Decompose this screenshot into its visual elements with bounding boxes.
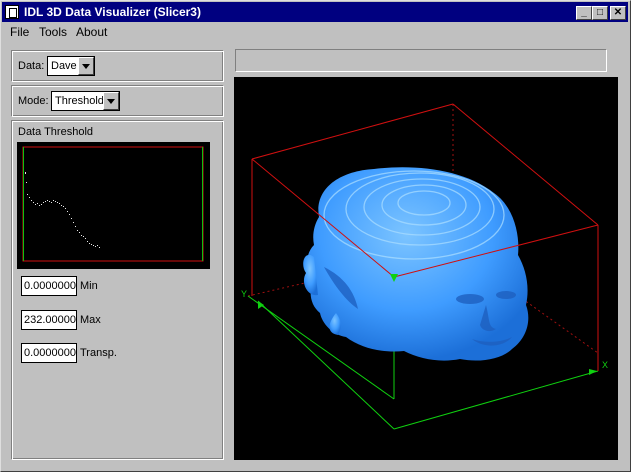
threshold-title: Data Threshold	[18, 126, 94, 138]
min-label: Min	[80, 280, 98, 292]
window-title: IDL 3D Data Visualizer (Slicer3)	[24, 5, 201, 19]
volume-render-head	[303, 167, 529, 361]
data-select[interactable]: Dave	[47, 56, 95, 76]
menu-tools[interactable]: Tools	[39, 25, 67, 39]
histogram-points	[25, 172, 100, 248]
x-axis-label: X	[602, 360, 608, 370]
mode-select[interactable]: Threshold	[51, 91, 120, 111]
mode-select-value: Threshold	[55, 95, 104, 107]
mode-label: Mode:	[18, 95, 49, 107]
transp-input[interactable]: 0.0000000	[21, 343, 77, 363]
3d-viewport[interactable]: Y X	[234, 77, 618, 460]
title-bar[interactable]: IDL 3D Data Visualizer (Slicer3) _ □ ✕	[2, 2, 628, 22]
max-value: 232.00000	[24, 314, 76, 326]
min-value: 0.0000000	[24, 280, 76, 292]
data-select-value: Dave	[51, 60, 77, 72]
max-input[interactable]: 232.00000	[21, 310, 77, 330]
max-label: Max	[80, 314, 101, 326]
status-field	[235, 49, 607, 72]
axis-arrow-marker	[258, 301, 264, 309]
menu-file[interactable]: File	[10, 25, 29, 39]
close-button[interactable]: ✕	[610, 6, 626, 20]
transp-value: 0.0000000	[24, 347, 76, 359]
menu-about[interactable]: About	[76, 25, 107, 39]
transp-label: Transp.	[80, 347, 117, 359]
chevron-down-icon[interactable]	[103, 92, 119, 110]
mode-panel: Mode: Threshold	[11, 85, 224, 117]
menu-bar: File Tools About	[2, 22, 628, 41]
min-input[interactable]: 0.0000000	[21, 276, 77, 296]
data-label: Data:	[18, 60, 45, 72]
app-icon[interactable]	[5, 5, 19, 19]
threshold-histogram[interactable]	[17, 142, 210, 269]
minimize-button[interactable]: _	[576, 6, 592, 20]
data-panel: Data: Dave	[11, 50, 224, 82]
threshold-plot-frame	[22, 146, 204, 262]
y-axis-label: Y	[241, 289, 247, 299]
maximize-button[interactable]: □	[592, 6, 608, 20]
chevron-down-icon[interactable]	[78, 57, 94, 75]
